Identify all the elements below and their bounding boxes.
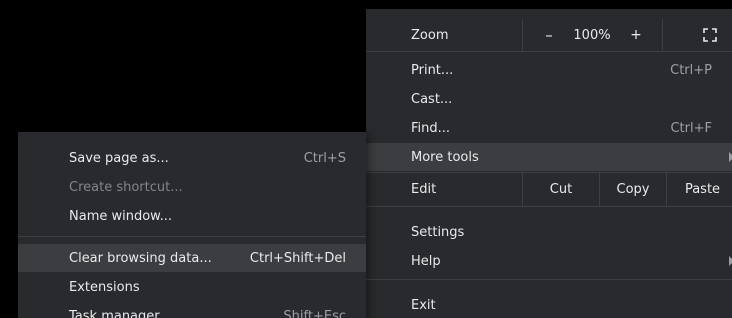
exit-label: Exit [411, 297, 436, 313]
cast-label: Cast... [411, 91, 453, 107]
create-shortcut-label: Create shortcut... [69, 179, 183, 195]
menu-item-more-tools[interactable]: More tools [366, 143, 732, 171]
submenu-item-name-window[interactable]: Name window... [18, 202, 366, 230]
zoom-out-button[interactable]: – [538, 19, 560, 51]
submenu-item-extensions[interactable]: Extensions [18, 273, 366, 301]
zoom-divider-2 [662, 19, 663, 51]
more-tools-label: More tools [411, 149, 479, 165]
clear-browsing-shortcut: Ctrl+Shift+Del [249, 250, 346, 266]
screen: Zoom – 100% + Print... Ctrl+P Cast... Fi… [0, 0, 732, 318]
more-tools-submenu: Save page as... Ctrl+S Create shortcut..… [18, 132, 366, 318]
edit-label: Edit [411, 181, 437, 197]
submenu-item-create-shortcut: Create shortcut... [18, 173, 366, 201]
print-label: Print... [411, 62, 454, 78]
task-manager-shortcut: Shift+Esc [283, 308, 346, 318]
save-page-label: Save page as... [69, 150, 169, 166]
menu-separator [18, 236, 366, 237]
zoom-level: 100% [573, 27, 611, 43]
submenu-item-task-manager[interactable]: Task manager Shift+Esc [18, 302, 366, 318]
name-window-label: Name window... [69, 208, 173, 224]
help-label: Help [411, 253, 441, 269]
menu-item-cast[interactable]: Cast... [366, 85, 732, 113]
zoom-in-button[interactable]: + [626, 19, 646, 51]
menu-item-print[interactable]: Print... Ctrl+P [366, 56, 732, 84]
print-shortcut: Ctrl+P [670, 62, 712, 78]
zoom-divider [522, 19, 523, 51]
submenu-item-clear-browsing-data[interactable]: Clear browsing data... Ctrl+Shift+Del [18, 244, 366, 272]
paste-button[interactable]: Paste [667, 172, 732, 206]
menu-separator [366, 51, 732, 52]
chrome-main-menu: Zoom – 100% + Print... Ctrl+P Cast... Fi… [366, 9, 732, 318]
menu-item-find[interactable]: Find... Ctrl+F [366, 114, 732, 142]
zoom-label: Zoom [411, 27, 449, 43]
copy-button[interactable]: Copy [600, 172, 666, 206]
find-shortcut: Ctrl+F [670, 120, 712, 136]
menu-item-exit[interactable]: Exit [366, 291, 732, 318]
menu-separator [366, 279, 732, 280]
edit-row: Edit Cut Copy Paste [366, 172, 732, 206]
task-manager-label: Task manager [69, 308, 160, 318]
extensions-label: Extensions [69, 279, 140, 295]
menu-separator [366, 206, 732, 207]
fullscreen-icon [703, 28, 717, 42]
save-page-shortcut: Ctrl+S [303, 150, 346, 166]
settings-label: Settings [411, 224, 465, 240]
fullscreen-button[interactable] [698, 19, 722, 51]
menu-item-help[interactable]: Help [366, 247, 732, 275]
submenu-item-save-page[interactable]: Save page as... Ctrl+S [18, 144, 366, 172]
clear-browsing-label: Clear browsing data... [69, 250, 212, 266]
menu-item-settings[interactable]: Settings [366, 218, 732, 246]
zoom-row: Zoom – 100% + [366, 19, 732, 51]
cut-button[interactable]: Cut [523, 172, 599, 206]
find-label: Find... [411, 120, 451, 136]
